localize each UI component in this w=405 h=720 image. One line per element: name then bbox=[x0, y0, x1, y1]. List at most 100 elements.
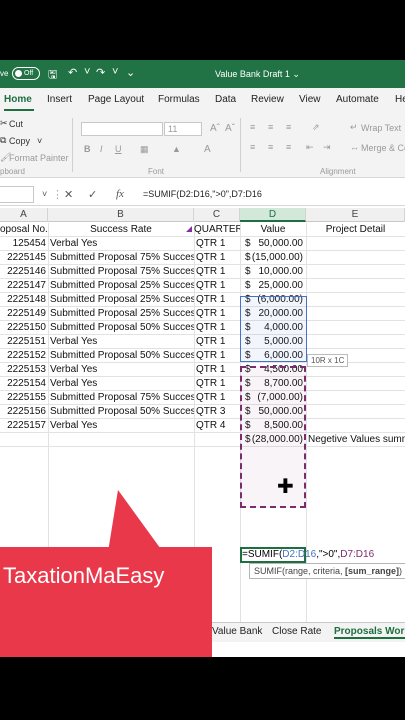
redo-dropdown-icon[interactable]: ˅ bbox=[112, 66, 118, 78]
autosave-toggle[interactable]: Off bbox=[12, 67, 40, 80]
column-header-d[interactable]: D bbox=[240, 208, 306, 222]
tab-view[interactable]: View bbox=[299, 94, 321, 105]
cell-success-rate[interactable]: Submitted Proposal 25% Success bbox=[50, 293, 194, 307]
cell-proposal-no[interactable] bbox=[0, 433, 46, 447]
cell-proposal-no[interactable]: 2225147 bbox=[0, 279, 46, 293]
cell-proposal-no[interactable]: 2225155 bbox=[0, 391, 46, 405]
save-icon[interactable]: 🖫 bbox=[48, 66, 57, 85]
cell-d1[interactable]: Value bbox=[240, 223, 306, 237]
undo-icon[interactable]: ↶ bbox=[68, 66, 77, 79]
cell-value[interactable]: $10,000.00 bbox=[245, 265, 303, 279]
cell-quarter[interactable]: QTR 1 bbox=[196, 237, 240, 251]
tab-insert[interactable]: Insert bbox=[47, 94, 72, 105]
cell-proposal-no[interactable]: 2225154 bbox=[0, 377, 46, 391]
tab-formulas[interactable]: Formulas bbox=[158, 94, 200, 105]
cell-quarter[interactable]: QTR 1 bbox=[196, 349, 240, 363]
customize-toolbar-icon[interactable]: ⌄ bbox=[126, 66, 135, 79]
tab-review[interactable]: Review bbox=[251, 94, 284, 105]
column-header-c[interactable]: C bbox=[194, 208, 240, 222]
copy-icon[interactable]: ⧉ bbox=[0, 135, 6, 146]
cell-proposal-no[interactable]: 2225153 bbox=[0, 363, 46, 377]
copy-button[interactable]: Copy bbox=[9, 136, 30, 146]
cell-quarter[interactable]: QTR 1 bbox=[196, 363, 240, 377]
cell-success-rate[interactable]: Verbal Yes bbox=[50, 419, 194, 433]
decrease-font-icon[interactable]: Aˇ bbox=[225, 123, 235, 134]
cell-success-rate[interactable]: Submitted Proposal 50% Success bbox=[50, 405, 194, 419]
cell-quarter[interactable] bbox=[196, 433, 240, 447]
cut-icon[interactable]: ✂ bbox=[0, 118, 8, 129]
increase-indent-icon[interactable]: ⇥ bbox=[323, 142, 331, 153]
align-right-icon[interactable]: ≡ bbox=[286, 142, 291, 152]
cell-quarter[interactable]: QTR 1 bbox=[196, 279, 240, 293]
borders-icon[interactable]: ▦ bbox=[140, 144, 149, 155]
cell-formula-edit[interactable]: =SUMIF(D2:D16,">0",D7:D16 bbox=[242, 549, 374, 560]
merge-icon[interactable]: ↔ bbox=[350, 142, 359, 152]
cell-proposal-no[interactable]: 2225146 bbox=[0, 265, 46, 279]
wrap-text-icon[interactable]: ↵ bbox=[350, 122, 358, 133]
copy-dropdown-icon[interactable]: ˅ bbox=[37, 136, 42, 146]
format-painter-button[interactable]: Format Painter bbox=[9, 153, 69, 163]
cell-proposal-no[interactable]: 2225156 bbox=[0, 405, 46, 419]
cell-c1[interactable]: QUARTER bbox=[194, 223, 240, 237]
column-header-e[interactable]: E bbox=[306, 208, 405, 222]
document-title[interactable]: Value Bank Draft 1 ⌄ bbox=[215, 69, 300, 80]
cell-proposal-no[interactable]: 2225149 bbox=[0, 307, 46, 321]
cell-success-rate[interactable]: Verbal Yes bbox=[50, 363, 194, 377]
cell-proposal-no[interactable]: 2225148 bbox=[0, 293, 46, 307]
tab-automate[interactable]: Automate bbox=[336, 94, 379, 105]
cell-proposal-no[interactable]: 2225150 bbox=[0, 321, 46, 335]
cell-project-detail[interactable]: Negetive Values summ bbox=[308, 433, 405, 447]
cell-quarter[interactable]: QTR 4 bbox=[196, 419, 240, 433]
cell-success-rate[interactable] bbox=[50, 433, 194, 447]
cell-proposal-no[interactable]: 125454 bbox=[0, 237, 46, 251]
formula-input[interactable]: =SUMIF(D2:D16,">0",D7:D16 bbox=[143, 189, 262, 199]
name-box-dropdown-icon[interactable]: ˅ bbox=[42, 189, 47, 199]
align-top-icon[interactable]: ≡ bbox=[250, 122, 255, 132]
cell-quarter[interactable]: QTR 1 bbox=[196, 251, 240, 265]
cell-proposal-no[interactable]: 2225157 bbox=[0, 419, 46, 433]
cell-value[interactable]: $25,000.00 bbox=[245, 279, 303, 293]
align-bottom-icon[interactable]: ≡ bbox=[286, 122, 291, 132]
cell-quarter[interactable]: QTR 1 bbox=[196, 377, 240, 391]
decrease-indent-icon[interactable]: ⇤ bbox=[306, 142, 314, 153]
underline-icon[interactable]: U bbox=[115, 144, 122, 154]
name-box[interactable] bbox=[0, 186, 34, 203]
function-tooltip-arg[interactable]: [sum_range] bbox=[345, 566, 399, 576]
cell-a1[interactable]: oposal No. bbox=[0, 223, 48, 237]
cell-success-rate[interactable]: Submitted Proposal 75% Success bbox=[50, 251, 194, 265]
cell-success-rate[interactable]: Submitted Proposal 50% Success bbox=[50, 349, 194, 363]
align-middle-icon[interactable]: ≡ bbox=[268, 122, 273, 132]
insert-function-icon[interactable]: fx bbox=[116, 188, 124, 200]
redo-icon[interactable]: ↷ bbox=[96, 66, 105, 79]
bold-icon[interactable]: B bbox=[84, 144, 91, 154]
tab-page-layout[interactable]: Page Layout bbox=[88, 94, 144, 105]
fill-color-icon[interactable]: ▲ bbox=[172, 144, 181, 154]
cell-proposal-no[interactable]: 2225145 bbox=[0, 251, 46, 265]
cell-b1[interactable]: Success Rate bbox=[48, 223, 194, 237]
increase-font-icon[interactable]: Aˆ bbox=[210, 123, 220, 134]
italic-icon[interactable]: I bbox=[100, 144, 103, 154]
merge-center-button[interactable]: Merge & Ce bbox=[361, 143, 405, 153]
cell-quarter[interactable]: QTR 1 bbox=[196, 335, 240, 349]
cell-quarter[interactable]: QTR 1 bbox=[196, 321, 240, 335]
enter-icon[interactable]: ✓ bbox=[88, 188, 97, 201]
font-size-box[interactable]: 11 bbox=[164, 122, 202, 136]
sheet-tab-close-rate[interactable]: Close Rate bbox=[272, 626, 321, 637]
align-center-icon[interactable]: ≡ bbox=[268, 142, 273, 152]
font-name-box[interactable] bbox=[81, 122, 163, 136]
undo-dropdown-icon[interactable]: ˅ bbox=[84, 66, 90, 78]
orientation-icon[interactable]: ⇗ bbox=[312, 122, 320, 133]
sheet-tab-value-bank[interactable]: Value Bank bbox=[212, 626, 262, 637]
cut-button[interactable]: Cut bbox=[9, 119, 23, 129]
column-header-a[interactable]: A bbox=[0, 208, 48, 222]
cell-value[interactable]: $50,000.00 bbox=[245, 237, 303, 251]
cell-quarter[interactable]: QTR 1 bbox=[196, 265, 240, 279]
tab-data[interactable]: Data bbox=[215, 94, 236, 105]
align-left-icon[interactable]: ≡ bbox=[250, 142, 255, 152]
column-header-b[interactable]: B bbox=[48, 208, 194, 222]
cell-success-rate[interactable]: Verbal Yes bbox=[50, 335, 194, 349]
tab-home[interactable]: Home bbox=[4, 94, 32, 105]
cell-success-rate[interactable]: Verbal Yes bbox=[50, 377, 194, 391]
cell-quarter[interactable]: QTR 1 bbox=[196, 293, 240, 307]
font-color-icon[interactable]: A bbox=[204, 144, 211, 155]
